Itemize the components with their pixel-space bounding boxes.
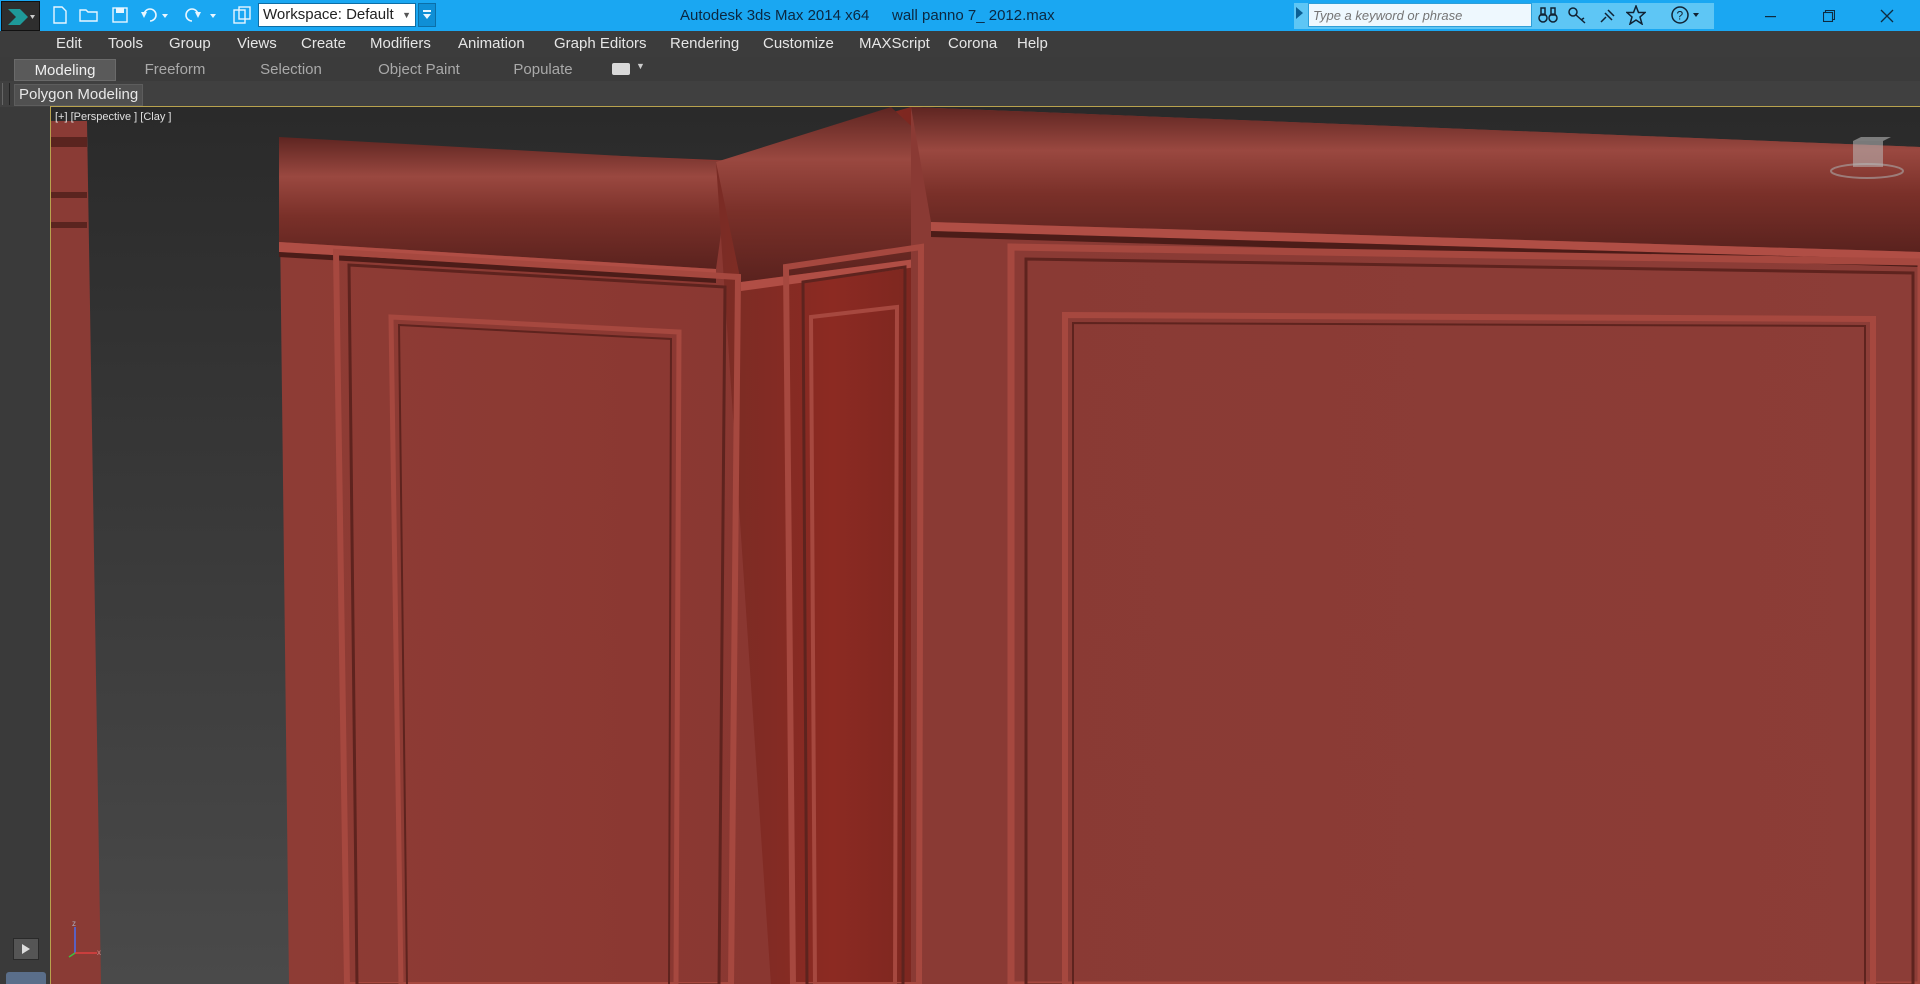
chevron-down-icon[interactable]: ▼ <box>636 61 645 71</box>
binoculars-icon <box>1538 7 1558 23</box>
ribbon-tabs: Modeling Freeform Selection Object Paint… <box>0 57 1920 81</box>
app-menu-button[interactable] <box>1 1 40 31</box>
menu-views[interactable]: Views <box>237 31 277 57</box>
menu-group[interactable]: Group <box>169 31 211 57</box>
restore-icon <box>1823 9 1835 22</box>
menu-edit[interactable]: Edit <box>56 31 82 57</box>
chevron-down-icon <box>423 10 431 19</box>
search-input[interactable] <box>1308 3 1532 27</box>
svg-text:?: ? <box>1677 9 1684 23</box>
search-button[interactable] <box>1536 4 1560 26</box>
menu-animation[interactable]: Animation <box>458 31 525 57</box>
menu-corona[interactable]: Corona <box>948 31 997 57</box>
axis-z-label: z <box>72 919 76 928</box>
restore-button[interactable] <box>1800 0 1858 31</box>
minimize-button[interactable] <box>1742 0 1800 31</box>
bottom-tab[interactable] <box>6 972 46 984</box>
new-file-icon <box>53 6 67 24</box>
save-icon <box>112 7 128 23</box>
search-arrow-icon[interactable] <box>1296 7 1303 19</box>
project-folder-icon <box>233 6 251 24</box>
undo-button[interactable] <box>138 4 172 26</box>
redo-button[interactable] <box>180 4 220 26</box>
subscription-button[interactable] <box>1565 4 1589 26</box>
open-file-button[interactable] <box>77 4 101 26</box>
menu-help[interactable]: Help <box>1017 31 1048 57</box>
ribbon-options-button[interactable] <box>612 63 630 75</box>
workspace-menu-button[interactable] <box>418 3 436 27</box>
communication-center-button[interactable] <box>1595 4 1619 26</box>
axis-x-label: x <box>97 948 101 957</box>
minimize-icon <box>1765 15 1776 17</box>
menu-modifiers[interactable]: Modifiers <box>370 31 431 57</box>
help-icon: ? <box>1671 6 1699 24</box>
key-icon <box>1568 7 1586 24</box>
chevron-down-icon: ▼ <box>402 10 411 20</box>
left-toolbar <box>0 107 50 984</box>
panel-grip[interactable] <box>2 83 10 105</box>
file-name: wall panno 7_ 2012.max <box>892 7 1055 24</box>
ribbon-panel: Polygon Modeling <box>0 81 1920 107</box>
viewcube-icon[interactable] <box>1827 137 1907 185</box>
workspace-label: Workspace: Default <box>263 6 394 23</box>
satellite-icon <box>1600 9 1615 23</box>
viewport-scene <box>51 107 1920 984</box>
favorites-button[interactable] <box>1624 4 1648 26</box>
tab-freeform[interactable]: Freeform <box>128 59 222 81</box>
tab-selection[interactable]: Selection <box>244 59 338 81</box>
undo-icon <box>141 8 168 22</box>
menu-rendering[interactable]: Rendering <box>670 31 739 57</box>
new-file-button[interactable] <box>48 4 72 26</box>
redo-icon <box>185 8 216 22</box>
app-name: Autodesk 3ds Max 2014 x64 <box>680 7 870 24</box>
play-icon <box>22 944 30 954</box>
open-file-icon <box>79 9 98 22</box>
help-button[interactable]: ? <box>1668 4 1704 26</box>
save-button[interactable] <box>108 4 132 26</box>
polygon-modeling-panel[interactable]: Polygon Modeling <box>14 84 144 106</box>
star-icon <box>1626 5 1646 25</box>
tab-populate[interactable]: Populate <box>498 59 588 81</box>
axis-tripod-icon: z x <box>68 919 101 958</box>
project-folder-button[interactable] <box>230 4 254 26</box>
menu-graph-editors[interactable]: Graph Editors <box>554 31 647 57</box>
menu-maxscript[interactable]: MAXScript <box>859 31 930 57</box>
viewport-label[interactable]: [+] [Perspective ] [Clay ] <box>55 111 171 123</box>
play-button[interactable] <box>13 938 39 960</box>
menu-tools[interactable]: Tools <box>108 31 143 57</box>
app-menu-icon <box>8 9 35 25</box>
close-icon <box>1880 9 1894 22</box>
perspective-viewport[interactable]: [+] [Perspective ] [Clay ] z x <box>50 106 1920 984</box>
menu-bar: Edit Tools Group Views Create Modifiers … <box>0 31 1920 57</box>
tab-object-paint[interactable]: Object Paint <box>368 59 470 81</box>
menu-create[interactable]: Create <box>301 31 346 57</box>
menu-customize[interactable]: Customize <box>763 31 834 57</box>
workspace-dropdown[interactable]: Workspace: Default ▼ <box>258 3 416 27</box>
title-bar: Workspace: Default ▼ Autodesk 3ds Max 20… <box>0 0 1920 31</box>
close-button[interactable] <box>1858 0 1916 31</box>
tab-modeling[interactable]: Modeling <box>14 59 116 81</box>
